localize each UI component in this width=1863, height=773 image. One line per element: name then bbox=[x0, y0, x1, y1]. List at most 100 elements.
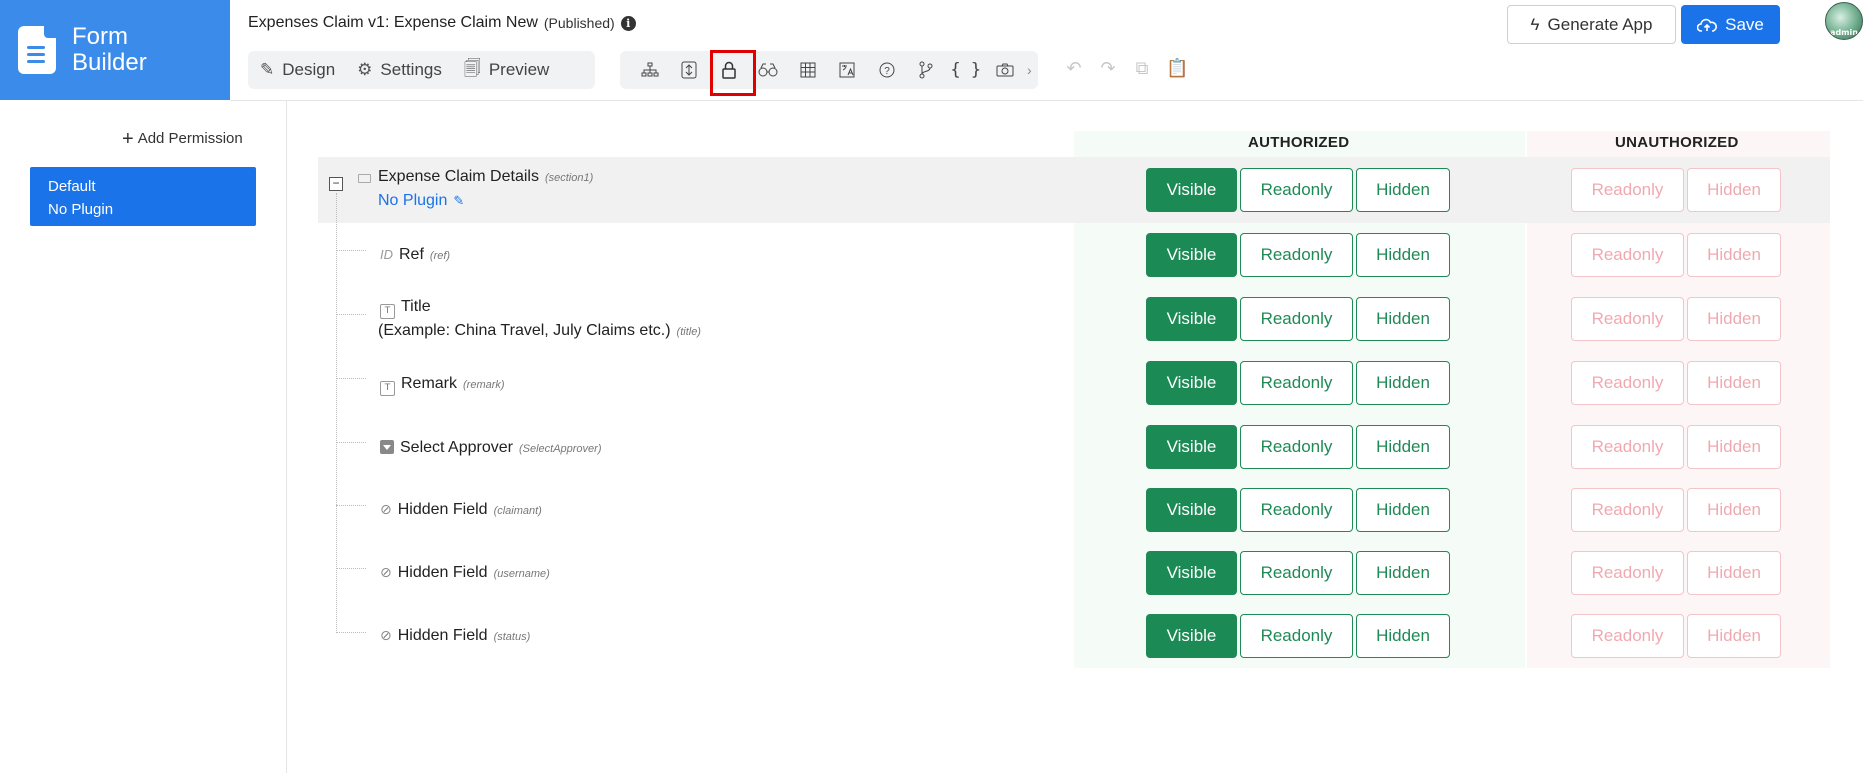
field-title-line2: (Example: China Travel, July Claims etc.… bbox=[378, 322, 701, 340]
tree-branch bbox=[336, 378, 366, 379]
field-key: (claimant) bbox=[493, 505, 542, 517]
tree-branch bbox=[336, 632, 366, 633]
section-label: Expense Claim Details (section1) bbox=[378, 168, 593, 186]
translate-icon[interactable] bbox=[828, 51, 868, 89]
text-field-icon: T bbox=[380, 381, 395, 396]
readonly-button-selectapprover[interactable]: Readonly bbox=[1240, 425, 1353, 469]
visible-button-ref[interactable]: Visible bbox=[1146, 233, 1237, 277]
readonly-button-remark[interactable]: Readonly bbox=[1240, 361, 1353, 405]
app-title-line2: Builder bbox=[72, 49, 147, 76]
unauth-readonly-button-remark[interactable]: Readonly bbox=[1571, 361, 1684, 405]
chevron-right-icon[interactable]: › bbox=[1027, 62, 1032, 78]
hidden-button-ref[interactable]: Hidden bbox=[1356, 233, 1450, 277]
tab-settings[interactable]: ⚙ Settings bbox=[357, 60, 442, 80]
hidden-button-section1[interactable]: Hidden bbox=[1356, 168, 1450, 212]
grid-icon[interactable] bbox=[788, 51, 828, 89]
field-label: Ref bbox=[399, 246, 424, 263]
properties-icon[interactable] bbox=[670, 51, 710, 89]
save-button[interactable]: Save bbox=[1681, 5, 1780, 44]
visible-button-title[interactable]: Visible bbox=[1146, 297, 1237, 341]
edit-history-controls: ↶ ↷ ⧉ 📋 bbox=[1064, 58, 1188, 79]
eye-slash-icon: ⊘ bbox=[380, 564, 392, 580]
unauth-readonly-button-ref[interactable]: Readonly bbox=[1571, 233, 1684, 277]
plugin-link[interactable]: No Plugin bbox=[378, 192, 447, 210]
tree-branch bbox=[336, 250, 366, 251]
tab-design[interactable]: ✎ Design bbox=[260, 60, 335, 80]
add-permission-button[interactable]: + Add Permission bbox=[122, 129, 243, 149]
tree-branch bbox=[336, 442, 366, 443]
save-label: Save bbox=[1725, 14, 1764, 34]
tree-icon[interactable] bbox=[630, 51, 670, 89]
readonly-button-title[interactable]: Readonly bbox=[1240, 297, 1353, 341]
field-label-cont: (Example: China Travel, July Claims etc.… bbox=[378, 322, 671, 339]
cloud-upload-icon bbox=[1697, 18, 1718, 32]
branch-icon[interactable] bbox=[907, 51, 947, 89]
readonly-button-claimant[interactable]: Readonly bbox=[1240, 488, 1353, 532]
tree-branch bbox=[336, 505, 366, 506]
hidden-button-remark[interactable]: Hidden bbox=[1356, 361, 1450, 405]
generate-app-label: Generate App bbox=[1547, 14, 1653, 34]
visible-button-status[interactable]: Visible bbox=[1146, 614, 1237, 658]
readonly-button-status[interactable]: Readonly bbox=[1240, 614, 1353, 658]
collapse-section-toggle[interactable]: − bbox=[329, 177, 343, 191]
field-hidden-username: ⊘ Hidden Field (username) bbox=[380, 564, 550, 582]
field-label: Select Approver bbox=[400, 439, 513, 456]
unauth-readonly-button-section1[interactable]: Readonly bbox=[1571, 168, 1684, 212]
undo-icon[interactable]: ↶ bbox=[1064, 58, 1084, 79]
field-hidden-claimant: ⊘ Hidden Field (claimant) bbox=[380, 501, 542, 519]
visible-button-username[interactable]: Visible bbox=[1146, 551, 1237, 595]
visible-button-remark[interactable]: Visible bbox=[1146, 361, 1237, 405]
field-remark: T Remark (remark) bbox=[380, 375, 505, 396]
lock-icon[interactable] bbox=[709, 50, 756, 96]
binoculars-icon[interactable] bbox=[749, 51, 789, 89]
field-label: Hidden Field bbox=[397, 564, 488, 581]
camera-icon[interactable] bbox=[986, 51, 1026, 89]
unauth-readonly-button-username[interactable]: Readonly bbox=[1571, 551, 1684, 595]
help-icon[interactable]: ? bbox=[867, 51, 907, 89]
unauth-hidden-button-username[interactable]: Hidden bbox=[1687, 551, 1781, 595]
unauth-hidden-button-ref[interactable]: Hidden bbox=[1687, 233, 1781, 277]
unauth-hidden-button-section1[interactable]: Hidden bbox=[1687, 168, 1781, 212]
unauth-readonly-button-status[interactable]: Readonly bbox=[1571, 614, 1684, 658]
paste-icon[interactable]: 📋 bbox=[1166, 58, 1188, 79]
visible-button-section1[interactable]: Visible bbox=[1146, 168, 1237, 212]
design-tools-icon: ✎ bbox=[260, 60, 275, 79]
visible-button-selectapprover[interactable]: Visible bbox=[1146, 425, 1237, 469]
field-select-approver: Select Approver (SelectApprover) bbox=[380, 438, 602, 457]
info-icon[interactable]: i bbox=[620, 15, 636, 31]
redo-icon[interactable]: ↷ bbox=[1098, 58, 1118, 79]
readonly-button-username[interactable]: Readonly bbox=[1240, 551, 1353, 595]
unauth-hidden-button-status[interactable]: Hidden bbox=[1687, 614, 1781, 658]
hidden-button-claimant[interactable]: Hidden bbox=[1356, 488, 1450, 532]
hidden-button-title[interactable]: Hidden bbox=[1356, 297, 1450, 341]
avatar[interactable]: admin bbox=[1825, 2, 1863, 40]
permission-item-default[interactable]: Default No Plugin bbox=[30, 167, 256, 226]
generate-app-button[interactable]: ϟ Generate App bbox=[1507, 5, 1676, 44]
tab-preview-label: Preview bbox=[488, 60, 550, 79]
edit-icon[interactable]: ✎ bbox=[453, 193, 464, 209]
code-icon[interactable]: { } bbox=[946, 51, 986, 89]
hidden-button-status[interactable]: Hidden bbox=[1356, 614, 1450, 658]
unauth-readonly-button-selectapprover[interactable]: Readonly bbox=[1571, 425, 1684, 469]
readonly-button-ref[interactable]: Readonly bbox=[1240, 233, 1353, 277]
readonly-button-section1[interactable]: Readonly bbox=[1240, 168, 1353, 212]
authorized-header: AUTHORIZED bbox=[1248, 134, 1350, 151]
field-key: (SelectApprover) bbox=[518, 443, 602, 455]
form-document-icon bbox=[18, 26, 56, 74]
unauth-hidden-button-selectapprover[interactable]: Hidden bbox=[1687, 425, 1781, 469]
visible-button-claimant[interactable]: Visible bbox=[1146, 488, 1237, 532]
form-status-badge: (Published) bbox=[543, 15, 615, 31]
unauth-hidden-button-claimant[interactable]: Hidden bbox=[1687, 488, 1781, 532]
unauth-readonly-button-claimant[interactable]: Readonly bbox=[1571, 488, 1684, 532]
preview-icon: 🗐 bbox=[463, 58, 481, 78]
unauth-hidden-button-remark[interactable]: Hidden bbox=[1687, 361, 1781, 405]
unauth-hidden-button-title[interactable]: Hidden bbox=[1687, 297, 1781, 341]
header-divider bbox=[230, 100, 1863, 101]
copy-icon[interactable]: ⧉ bbox=[1132, 58, 1152, 79]
hidden-button-selectapprover[interactable]: Hidden bbox=[1356, 425, 1450, 469]
tab-preview[interactable]: 🗐 Preview bbox=[464, 56, 549, 85]
unauth-readonly-button-title[interactable]: Readonly bbox=[1571, 297, 1684, 341]
field-title: T Title bbox=[380, 298, 431, 319]
svg-text:?: ? bbox=[884, 66, 890, 77]
hidden-button-username[interactable]: Hidden bbox=[1356, 551, 1450, 595]
